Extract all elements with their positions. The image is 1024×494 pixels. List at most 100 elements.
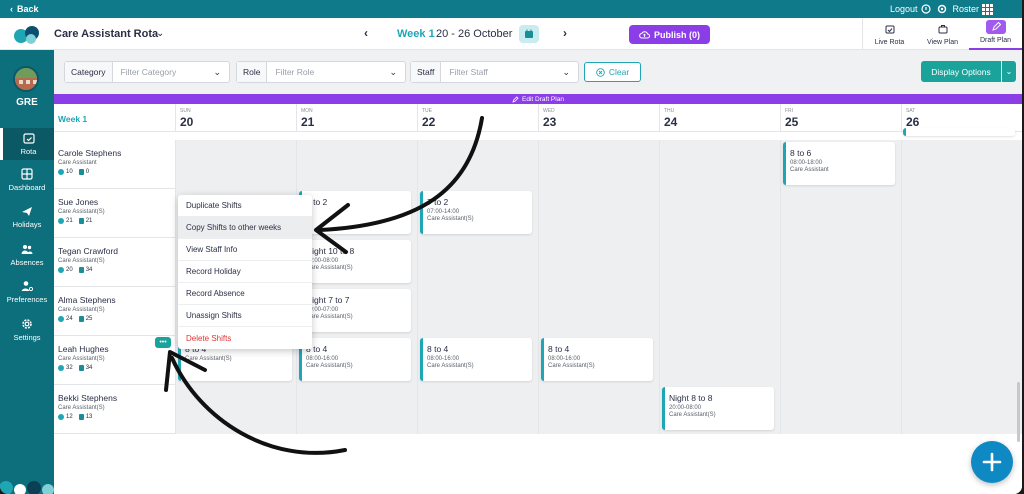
tab-live-rota[interactable]: Live Rota [863,18,916,50]
edit-draft-plan-banner[interactable]: Edit Draft Plan [54,94,1022,104]
shift-card[interactable]: 8 to 2 [299,191,411,234]
menu-item-duplicate-shifts[interactable]: Duplicate Shifts [178,195,312,217]
day-cell[interactable] [417,385,538,434]
roster-link[interactable]: Roster [953,3,994,15]
calendar-icon [22,133,35,144]
shift-time: 08:00-16:00 [306,356,339,362]
sidebar-item-preferences[interactable]: Preferences [0,276,54,308]
menu-item-record-holiday[interactable]: Record Holiday [178,261,312,283]
staff-cell[interactable]: Tegan Crawford Care Assistant(S) 20 34 [54,238,175,287]
publish-button[interactable]: Publish (0) [629,25,710,44]
logout-link[interactable]: Logout [890,4,931,14]
shift-title: 8 to 4 [548,344,570,354]
shift-card[interactable]: 8 to 6 08:00-18:00 Care Assistant [783,142,895,185]
next-week-button[interactable]: › [563,26,567,40]
display-options-button[interactable]: Display Options [921,61,1001,82]
chevron-down-icon[interactable]: ⌄ [156,28,164,39]
calendar-picker-button[interactable] [519,25,539,43]
day-cell[interactable] [417,287,538,336]
shift-card[interactable]: 8 to 4 08:00-16:00 Care Assistant(S) [541,338,653,381]
shift-card[interactable]: 7 to 2 07:00-14:00 Care Assistant(S) [420,191,532,234]
day-cell[interactable] [780,189,901,238]
day-cell[interactable] [780,238,901,287]
menu-item-unassign-shifts[interactable]: Unassign Shifts [178,305,312,327]
day-cell[interactable] [538,189,659,238]
day-cell[interactable] [659,287,780,336]
day-cell[interactable] [780,336,901,385]
back-bar[interactable]: ‹ Back [0,0,1022,18]
shift-count-icon [78,414,84,420]
day-cell[interactable] [901,385,1022,434]
scrollbar[interactable] [1017,382,1020,442]
day-cell[interactable] [538,287,659,336]
day-cell[interactable] [901,189,1022,238]
menu-item-copy-shifts[interactable]: Copy Shifts to other weeks [178,217,312,239]
day-cell[interactable] [538,238,659,287]
day-cell[interactable] [175,140,296,189]
calendar-icon [525,29,533,38]
shift-card[interactable]: 8 to 4 08:00-16:00 Care Assistant(S) [299,338,411,381]
day-cell[interactable] [780,385,901,434]
day-cell[interactable] [659,189,780,238]
day-cell[interactable] [296,385,417,434]
staff-cell[interactable]: Bekki Stephens Care Assistant(S) 12 13 [54,385,175,434]
day-cell[interactable] [901,238,1022,287]
day-cell[interactable] [538,385,659,434]
shift-role: Care Assistant(S) [306,363,353,369]
staff-name: Tegan Crawford [58,246,119,256]
shift-card[interactable]: Night 10 to 8 22:00-08:00 Care Assistant… [299,240,411,283]
tab-view-plan[interactable]: View Plan [916,18,969,50]
grid-icon [21,168,33,180]
shift-title: Night 10 to 8 [306,246,355,256]
sidebar-item-dashboard[interactable]: Dashboard [0,164,54,196]
chevron-down-icon[interactable]: ⌄ [1002,61,1016,82]
hours-value: 20 [66,267,73,273]
shift-count-icon [78,169,84,175]
staff-cell[interactable]: Alma Stephens Care Assistant(S) 24 25 [54,287,175,336]
staff-cell[interactable]: Carole Stephens Care Assistant 10 0 [54,140,175,189]
day-cell[interactable] [780,287,901,336]
add-button[interactable] [971,441,1013,483]
day-cell[interactable] [901,140,1022,189]
day-cell[interactable] [175,385,296,434]
staff-filter[interactable]: Staff Filter Staff ⌄ [410,61,579,83]
shift-card[interactable] [903,128,1015,136]
prev-week-button[interactable]: ‹ [364,26,368,40]
shift-count-icon [78,365,84,371]
day-cell[interactable] [901,287,1022,336]
sidebar-item-rota[interactable]: Rota [0,128,54,160]
role-filter[interactable]: Role Filter Role ⌄ [236,61,406,83]
day-cell[interactable] [659,336,780,385]
day-cell[interactable] [417,140,538,189]
shift-card[interactable]: 8 to 4 08:00-16:00 Care Assistant(S) [420,338,532,381]
day-cell[interactable] [538,140,659,189]
menu-item-view-staff-info[interactable]: View Staff Info [178,239,312,261]
tab-draft-plan[interactable]: Draft Plan [969,18,1022,50]
grid-header: Week 1 SUN 20 MON 21 TUE 22 WED 23 THU 24 FRI… [54,104,1022,132]
row-options-button[interactable]: ••• [155,337,171,348]
shifts-stat: 34 [78,267,92,273]
org-avatar[interactable] [13,66,39,92]
settings-gear-icon[interactable] [937,4,947,14]
category-filter[interactable]: Category Filter Category ⌄ [64,61,230,83]
menu-item-record-absence[interactable]: Record Absence [178,283,312,305]
shift-role: Care Assistant(S) [427,363,474,369]
shift-card[interactable]: Night 8 to 8 20:00-08:00 Care Assistant(… [662,387,774,430]
day-cell[interactable] [901,336,1022,385]
day-cell[interactable] [417,238,538,287]
app-title[interactable]: Care Assistant Rota [54,28,158,40]
menu-item-delete-shifts[interactable]: Delete Shifts [178,327,312,349]
day-cell[interactable] [659,238,780,287]
day-cell[interactable] [659,140,780,189]
day-cell[interactable] [296,140,417,189]
clear-filters-button[interactable]: Clear [584,62,641,82]
staff-stats: 24 25 [58,316,175,322]
hours-value: 12 [66,414,73,420]
role-filter-label: Role [237,62,268,82]
sidebar-item-settings[interactable]: Settings [0,314,54,346]
shift-card[interactable]: Night 7 to 7 19:00-07:00 Care Assistant(… [299,289,411,332]
sidebar-item-holidays[interactable]: Holidays [0,201,54,233]
top-right-links: Logout Roster [890,0,994,18]
staff-cell[interactable]: Sue Jones Care Assistant(S) 21 21 [54,189,175,238]
sidebar-item-absences[interactable]: Absences [0,239,54,271]
